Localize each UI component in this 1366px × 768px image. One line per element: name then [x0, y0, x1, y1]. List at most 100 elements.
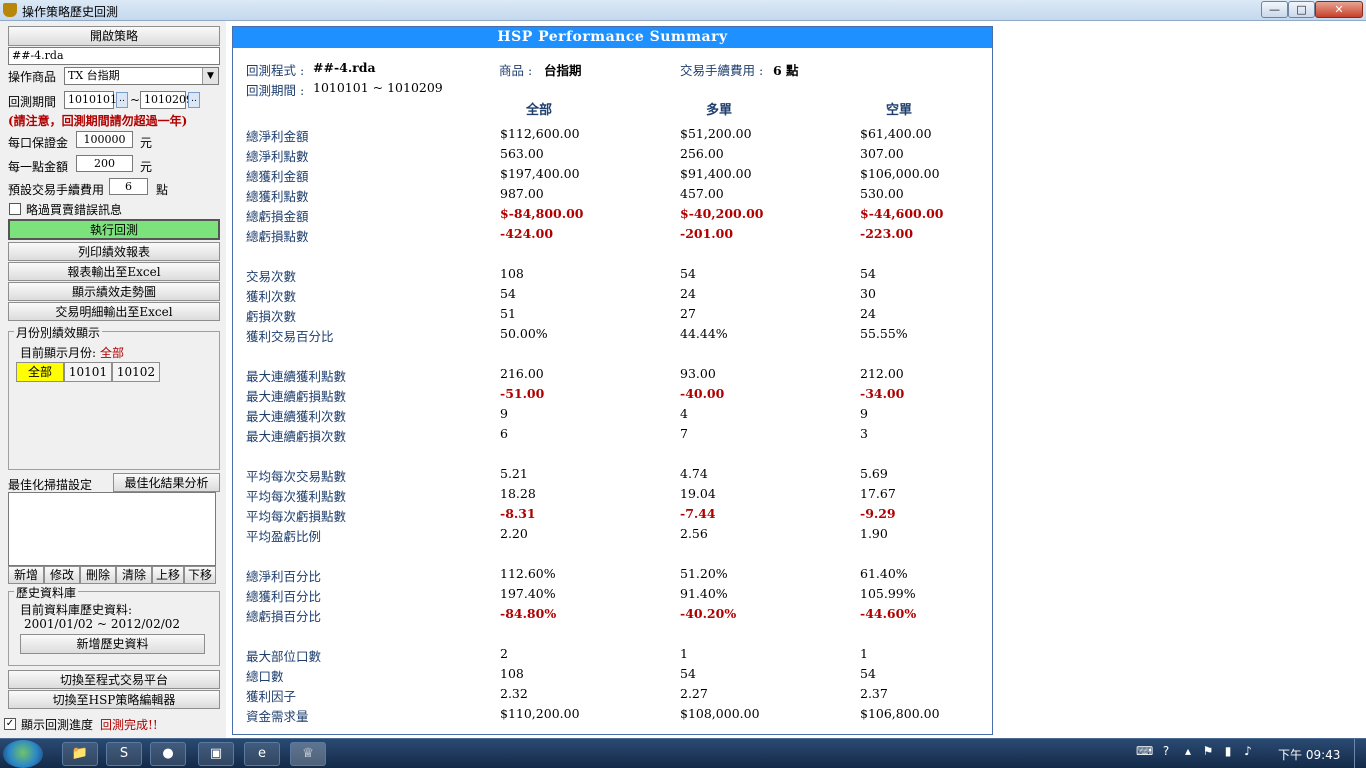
switch-trading-button[interactable]: 切換至程式交易平台	[8, 670, 220, 689]
row-value: 93.00	[680, 366, 716, 381]
switch-editor-button[interactable]: 切換至HSP策略編輯器	[8, 690, 220, 709]
row-label: 最大連續獲利次數	[246, 409, 347, 424]
row-value: 530.00	[860, 186, 904, 201]
add-history-button[interactable]: 新增歷史資料	[20, 634, 205, 654]
row-value: -51.00	[500, 386, 545, 401]
show-desktop-button[interactable]	[1354, 739, 1366, 768]
row-value: 1.90	[860, 526, 888, 541]
row-value: $197,400.00	[500, 166, 580, 181]
row-label: 獲利因子	[246, 689, 297, 704]
row-value: 1	[680, 646, 688, 661]
product-select[interactable]: TX 台指期 ▼	[64, 67, 219, 85]
chevron-down-icon[interactable]: ▼	[202, 68, 218, 84]
start-button[interactable]	[3, 740, 43, 768]
margin-field[interactable]: 100000	[76, 131, 133, 148]
row-label: 最大連續獲利點數	[246, 369, 347, 384]
keyboard-icon[interactable]: ⌨	[1136, 743, 1153, 759]
current-month-label: 目前顯示月份:	[20, 346, 97, 360]
signal-icon[interactable]: ▮	[1220, 743, 1236, 759]
row-value: 6	[500, 426, 508, 441]
report-title: HSP Performance Summary	[233, 27, 992, 48]
move-up-button[interactable]: 上移	[152, 566, 184, 584]
history-range: 2001/01/02 ~ 2012/02/02	[24, 617, 181, 631]
row-value: $110,200.00	[500, 706, 580, 721]
row-value: -424.00	[500, 226, 554, 241]
help-icon[interactable]: ?	[1158, 743, 1174, 759]
row-label: 資金需求量	[246, 709, 309, 724]
row-value: 27	[680, 306, 696, 321]
show-progress-checkbox[interactable]: ✓	[4, 718, 16, 730]
month-tab-10101[interactable]: 10101	[64, 362, 112, 382]
move-down-button[interactable]: 下移	[184, 566, 216, 584]
backtest-app-icon[interactable]: ♕	[290, 742, 326, 766]
report-product-label: 商品 :	[499, 63, 533, 78]
row-value: 24	[860, 306, 876, 321]
row-label: 總口數	[246, 669, 284, 684]
internet-explorer-icon[interactable]: e	[244, 742, 280, 766]
row-value: 51	[500, 306, 516, 321]
row-value: $51,200.00	[680, 126, 752, 141]
flag-icon[interactable]: ⚑	[1200, 743, 1216, 759]
period-start-browse-button[interactable]: ..	[116, 92, 128, 108]
month-tab-10102[interactable]: 10102	[112, 362, 160, 382]
period-start-field[interactable]: 1010101	[64, 91, 117, 109]
report-period-label: 回測期間 :	[246, 83, 305, 98]
row-label: 總獲利點數	[246, 189, 309, 204]
export-details-button[interactable]: 交易明細輸出至Excel	[8, 302, 220, 321]
show-trend-button[interactable]: 顯示績效走勢圖	[8, 282, 220, 301]
volume-icon[interactable]: ♪	[1240, 743, 1256, 759]
row-value: $108,000.00	[680, 706, 760, 721]
row-value: 2.37	[860, 686, 888, 701]
row-value: 18.28	[500, 486, 536, 501]
month-tab-all[interactable]: 全部	[16, 362, 64, 382]
row-value: $112,600.00	[500, 126, 580, 141]
point-value-unit: 元	[140, 160, 153, 174]
tray-expand-icon[interactable]: ▴	[1180, 743, 1196, 759]
open-strategy-button[interactable]: 開啟策略	[8, 26, 220, 46]
row-value: 51.20%	[680, 566, 728, 581]
strategy-file-field[interactable]: ##-4.rda	[8, 47, 220, 65]
row-value: 256.00	[680, 146, 724, 161]
product-select-value: TX 台指期	[68, 69, 120, 82]
row-value: 3	[860, 426, 868, 441]
delete-button[interactable]: 刪除	[80, 566, 116, 584]
point-value-field[interactable]: 200	[76, 155, 133, 172]
run-backtest-button[interactable]: 執行回測	[8, 219, 220, 240]
fee-field[interactable]: 6	[109, 178, 148, 195]
row-label: 交易次數	[246, 269, 297, 284]
skip-errors-checkbox[interactable]	[9, 203, 21, 215]
opt-scan-list[interactable]	[8, 492, 216, 566]
row-label: 總虧損百分比	[246, 609, 322, 624]
period-end-field[interactable]: 1010209	[140, 91, 193, 109]
clear-button[interactable]: 清除	[116, 566, 152, 584]
row-value: 54	[500, 286, 516, 301]
report-period-value: 1010101 ~ 1010209	[313, 80, 443, 95]
explorer-icon[interactable]: 📁	[62, 742, 98, 766]
row-label: 平均每次獲利點數	[246, 489, 347, 504]
minimize-button[interactable]: —	[1261, 1, 1288, 18]
fee-unit: 點	[156, 183, 169, 197]
period-end-browse-button[interactable]: ..	[188, 92, 200, 108]
add-button[interactable]: 新增	[8, 566, 44, 584]
print-report-button[interactable]: 列印績效報表	[8, 242, 220, 261]
export-report-button[interactable]: 報表輸出至Excel	[8, 262, 220, 281]
row-label: 總獲利金額	[246, 169, 309, 184]
clock[interactable]: 下午 09:43	[1278, 746, 1340, 763]
monitor-app-icon[interactable]: ▣	[198, 742, 234, 766]
skype-icon[interactable]: S	[106, 742, 142, 766]
show-progress-label: 顯示回測進度	[21, 718, 94, 732]
app-icon	[3, 3, 17, 17]
row-value: 9	[500, 406, 508, 421]
row-label: 最大連續虧損點數	[246, 389, 347, 404]
close-button[interactable]: ✕	[1315, 1, 1363, 18]
edit-button[interactable]: 修改	[44, 566, 80, 584]
row-value: 61.40%	[860, 566, 908, 581]
messenger-icon[interactable]: ●	[150, 742, 186, 766]
opt-result-button[interactable]: 最佳化結果分析	[113, 473, 220, 492]
col-header-long: 多單	[706, 103, 733, 118]
row-value: 2	[500, 646, 508, 661]
current-month-value: 全部	[100, 346, 125, 360]
margin-label: 每口保證金	[8, 136, 69, 150]
maximize-button[interactable]: □	[1288, 1, 1315, 18]
row-value: 54	[860, 666, 876, 681]
